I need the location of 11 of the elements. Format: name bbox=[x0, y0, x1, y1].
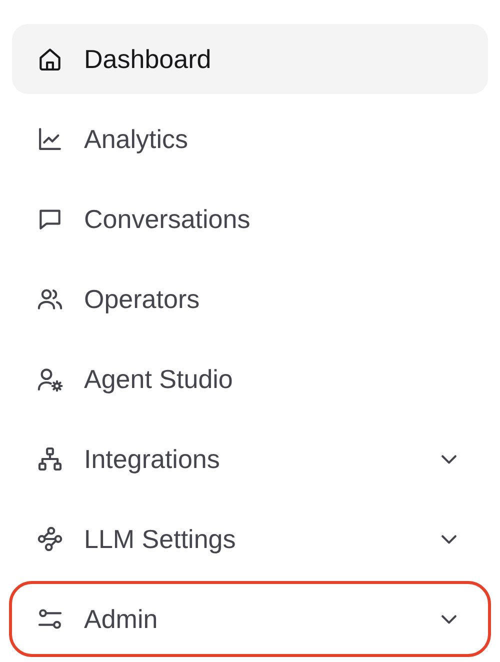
sidebar-item[interactable]: Analytics bbox=[12, 104, 488, 174]
sidebar-item[interactable]: LLM Settings bbox=[12, 504, 488, 574]
sidebar-item[interactable]: Integrations bbox=[12, 424, 488, 494]
nodes-icon bbox=[36, 525, 64, 553]
sidebar-item[interactable]: Conversations bbox=[12, 184, 488, 254]
sidebar-item[interactable]: Agent Studio bbox=[12, 344, 488, 414]
network-icon bbox=[36, 445, 64, 473]
sidebar-item[interactable]: Operators bbox=[12, 264, 488, 334]
line-chart-icon bbox=[36, 125, 64, 153]
sidebar-item[interactable]: Dashboard bbox=[12, 24, 488, 94]
sidebar-item[interactable]: Admin bbox=[12, 584, 488, 654]
